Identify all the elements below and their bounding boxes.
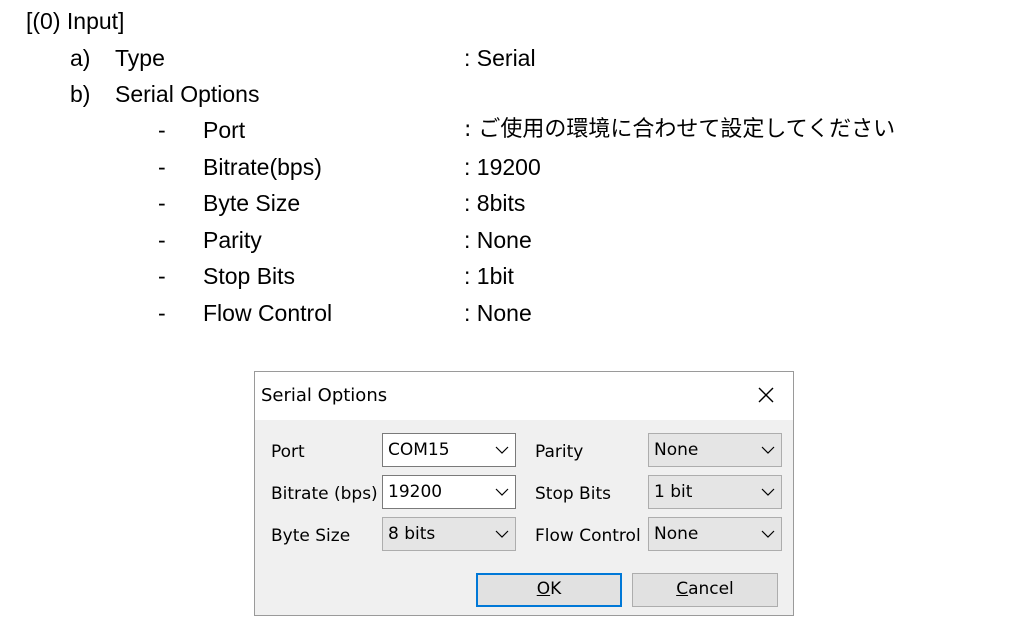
flowcontrol-value: None (654, 524, 699, 544)
dialog-titlebar: Serial Options (255, 372, 793, 420)
parity-label: Parity (535, 442, 584, 462)
option-label-flowcontrol: Flow Control (203, 300, 333, 326)
cancel-button[interactable]: Cancel (632, 573, 778, 607)
option-label-bytesize: Byte Size (203, 190, 301, 216)
port-label: Port (271, 442, 305, 462)
chevron-down-icon (761, 488, 775, 496)
port-value: COM15 (388, 440, 450, 460)
chevron-down-icon (495, 530, 509, 538)
option-value-port: : ご使用の環境に合わせて設定してください (464, 117, 896, 142)
option-dash: - (158, 190, 166, 216)
option-value-stopbits: : 1bit (464, 263, 514, 289)
dialog-title: Serial Options (261, 385, 388, 406)
option-value-bytesize: : 8bits (464, 190, 526, 216)
option-label-port: Port (203, 117, 246, 143)
chevron-down-icon (761, 530, 775, 538)
item-b-label: Serial Options (115, 81, 260, 107)
flowcontrol-select[interactable]: None (648, 517, 782, 551)
port-select[interactable]: COM15 (382, 433, 516, 467)
option-label-stopbits: Stop Bits (203, 263, 296, 289)
option-dash: - (158, 263, 166, 289)
option-value-flowcontrol: : None (464, 300, 532, 326)
ok-mnemonic: O (536, 579, 551, 599)
ok-button[interactable]: OK (476, 573, 622, 607)
option-dash: - (158, 227, 166, 253)
parity-value: None (654, 440, 699, 460)
bitrate-select[interactable]: 19200 (382, 475, 516, 509)
cancel-mnemonic: C (676, 579, 689, 599)
bytesize-label: Byte Size (271, 526, 351, 546)
section-heading: [(0) Input] (26, 8, 125, 34)
close-button[interactable] (753, 382, 779, 408)
cancel-label-rest: ancel (688, 579, 734, 599)
ok-label-rest: K (550, 579, 562, 599)
item-b-marker: b) (70, 81, 91, 107)
option-value-bitrate: : 19200 (464, 154, 541, 180)
parity-select[interactable]: None (648, 433, 782, 467)
option-label-bitrate: Bitrate(bps) (203, 154, 322, 180)
close-icon (758, 387, 774, 403)
stopbits-select[interactable]: 1 bit (648, 475, 782, 509)
stopbits-value: 1 bit (654, 482, 693, 502)
option-label-parity: Parity (203, 227, 262, 253)
flowcontrol-label: Flow Control (535, 526, 641, 546)
option-dash: - (158, 154, 166, 180)
bitrate-label: Bitrate (bps) (271, 484, 378, 504)
stopbits-label: Stop Bits (535, 484, 611, 504)
option-dash: - (158, 117, 166, 143)
option-dash: - (158, 300, 166, 326)
chevron-down-icon (495, 488, 509, 496)
bytesize-value: 8 bits (388, 524, 436, 544)
bytesize-select[interactable]: 8 bits (382, 517, 516, 551)
item-a-marker: a) (70, 45, 91, 71)
item-a-value: : Serial (464, 45, 536, 71)
serial-options-dialog: Serial Options Port COM15 Parity None Bi… (254, 371, 794, 616)
chevron-down-icon (761, 446, 775, 454)
bitrate-value: 19200 (388, 482, 443, 502)
chevron-down-icon (495, 446, 509, 454)
item-a-label: Type (115, 45, 165, 71)
option-value-parity: : None (464, 227, 532, 253)
